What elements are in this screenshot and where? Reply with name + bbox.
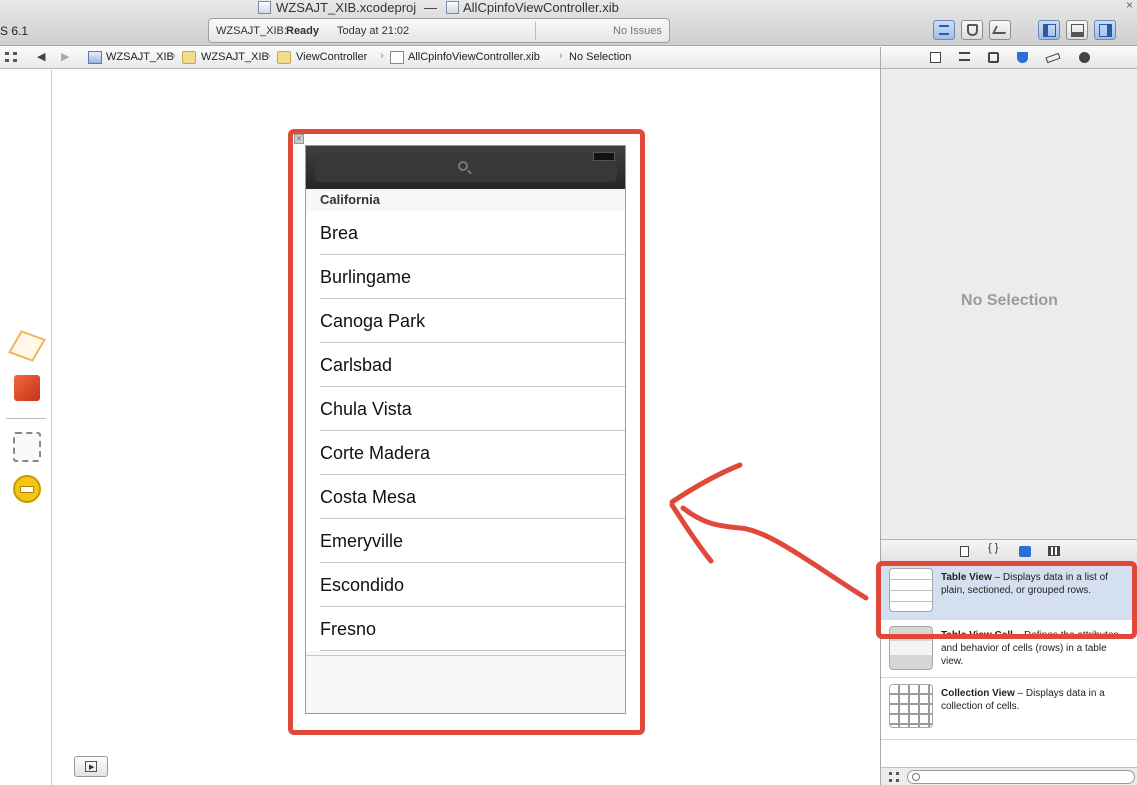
media-library-icon[interactable] xyxy=(1048,546,1060,556)
document-outline-strip xyxy=(0,70,52,785)
attributes-inspector-icon[interactable] xyxy=(1017,52,1028,63)
forward-arrow-icon[interactable]: ▶ xyxy=(61,50,69,63)
activity-status-view[interactable]: WZSAJT_XIB: Ready Today at 21:02 No Issu… xyxy=(208,18,670,43)
size-inspector-icon[interactable] xyxy=(1045,52,1061,64)
close-window-icon[interactable]: × xyxy=(1126,0,1133,12)
no-selection-placeholder: No Selection xyxy=(961,292,1058,309)
status-divider xyxy=(535,22,536,40)
folder-icon xyxy=(277,51,291,64)
project-file-icon xyxy=(258,1,271,14)
inspector-tabs xyxy=(881,47,1137,69)
related-items-icon[interactable] xyxy=(5,52,17,62)
window-title-file: AllCpinfoViewController.xib xyxy=(463,0,619,15)
breadcrumb-folder[interactable]: ViewController xyxy=(296,51,367,63)
library-filter-bar xyxy=(881,767,1137,785)
xib-file-icon xyxy=(446,1,459,14)
library-tabs: { } xyxy=(881,539,1137,561)
assistant-editor-icon xyxy=(967,24,978,36)
back-arrow-icon[interactable]: ◀ xyxy=(37,50,45,63)
debug-area-toggle-button[interactable] xyxy=(1066,20,1088,40)
utilities-panel: No Selection { } Table View – Displays d… xyxy=(880,47,1137,785)
debug-panel-icon xyxy=(1071,24,1084,37)
chevron-right-icon: › xyxy=(559,50,563,62)
breadcrumb-file[interactable]: AllCpinfoViewController.xib xyxy=(408,51,540,63)
view-object-icon[interactable] xyxy=(13,432,41,462)
outline-divider xyxy=(6,418,46,419)
xib-file-icon xyxy=(390,51,404,64)
annotation-highlight-library-item xyxy=(876,561,1137,639)
outline-toggle-icon: ▶ xyxy=(85,761,97,772)
jump-bar: ◀ ▶ WZSAJT_XIB › WZSAJT_XIB › ViewContro… xyxy=(0,47,880,69)
library-item-description: Collection View – Displays data in a col… xyxy=(941,687,1131,713)
window-toolbar: S 6.1 WZSAJT_XIB.xcodeproj — AllCpinfoVi… xyxy=(0,0,1137,46)
filter-icon xyxy=(912,773,920,781)
file-template-library-icon[interactable] xyxy=(960,546,969,557)
placeholder-cube-icon[interactable] xyxy=(8,330,46,362)
window-title-project: WZSAJT_XIB.xcodeproj xyxy=(276,0,417,15)
library-item-title: Collection View xyxy=(941,688,1015,699)
object-library-icon[interactable] xyxy=(1019,546,1031,557)
version-editor-button[interactable] xyxy=(989,20,1011,40)
project-icon xyxy=(88,51,102,64)
chevron-right-icon: › xyxy=(380,50,384,62)
identity-inspector-icon[interactable] xyxy=(988,52,999,63)
grid-view-icon[interactable] xyxy=(889,772,899,782)
table-view-object-icon[interactable] xyxy=(13,475,41,503)
connections-inspector-icon[interactable] xyxy=(1079,52,1090,63)
annotation-highlight-table-view xyxy=(288,129,645,735)
breadcrumb-selection[interactable]: No Selection xyxy=(569,51,631,63)
standard-editor-button[interactable] xyxy=(933,20,955,40)
status-issues[interactable]: No Issues xyxy=(613,25,662,37)
status-state: Ready xyxy=(286,25,320,37)
ios-version-label: S 6.1 xyxy=(0,24,29,38)
assistant-editor-button[interactable] xyxy=(961,20,983,40)
breadcrumb-group[interactable]: WZSAJT_XIB xyxy=(201,51,269,63)
utilities-panel-icon xyxy=(1099,24,1112,37)
breadcrumb-project[interactable]: WZSAJT_XIB xyxy=(106,51,174,63)
window-title-separator: — xyxy=(424,0,437,15)
collection-view-icon xyxy=(889,684,933,728)
status-time: Today at 21:02 xyxy=(337,25,410,37)
library-filter-field[interactable] xyxy=(907,770,1135,784)
version-editor-icon xyxy=(992,26,1009,34)
chevron-right-icon: › xyxy=(267,50,271,62)
status-scheme: WZSAJT_XIB: xyxy=(216,25,287,37)
file-inspector-icon[interactable] xyxy=(930,52,941,63)
navigator-toggle-button[interactable] xyxy=(1038,20,1060,40)
standard-editor-icon xyxy=(939,25,949,35)
chevron-right-icon: › xyxy=(172,50,176,62)
library-item-collection-view[interactable]: Collection View – Displays data in a col… xyxy=(881,678,1137,740)
folder-icon xyxy=(182,51,196,64)
quick-help-icon[interactable] xyxy=(959,52,970,61)
navigator-panel-icon xyxy=(1043,24,1056,37)
show-document-outline-button[interactable]: ▶ xyxy=(74,756,108,777)
utilities-toggle-button[interactable] xyxy=(1094,20,1116,40)
code-snippet-library-icon[interactable]: { } xyxy=(988,542,998,554)
first-responder-cube-icon[interactable] xyxy=(14,375,40,401)
